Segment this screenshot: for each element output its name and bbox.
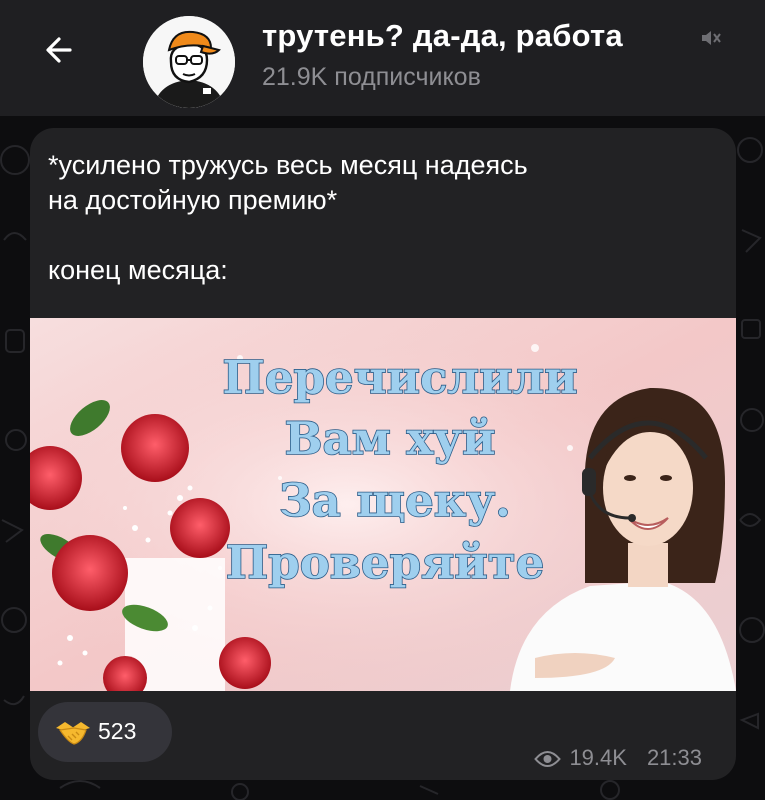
- reaction-count: 523: [98, 718, 137, 744]
- media-caption-line: За щеку.: [279, 474, 511, 527]
- media-caption-line: Проверяйте: [226, 536, 544, 589]
- channel-avatar[interactable]: [143, 16, 235, 108]
- eye-icon: [534, 751, 562, 767]
- handshake-icon: [56, 722, 90, 745]
- message-line: на достойную премию*: [48, 185, 338, 215]
- message-line: *усилено тружусь весь месяц надеясь: [48, 150, 528, 180]
- channel-title[interactable]: трутень? да-да, работа: [262, 18, 623, 54]
- subscriber-count: 21.9K подписчиков: [262, 63, 481, 91]
- media-caption-line: Вам хуй: [285, 412, 496, 465]
- media-caption-line: Перечислили: [222, 351, 577, 404]
- reaction-button[interactable]: 523: [38, 702, 172, 762]
- message-photo[interactable]: Перечислили Вам хуй За щеку. Проверяйте: [30, 318, 736, 691]
- muted-speaker-icon: [702, 31, 721, 45]
- message-bubble[interactable]: *усилено тружусь весь месяц надеясь на д…: [30, 128, 736, 780]
- view-count: 19.4K: [569, 745, 627, 770]
- message-time: 21:33: [646, 745, 702, 770]
- message-line: конец месяца:: [48, 255, 228, 285]
- message-text: *усилено тружусь весь месяц надеясь на д…: [48, 148, 728, 288]
- arrow-left-icon[interactable]: [40, 30, 80, 70]
- message-meta: 19.4K 21:33: [534, 745, 702, 771]
- channel-header: трутень? да-да, работа 21.9K подписчиков: [0, 0, 765, 116]
